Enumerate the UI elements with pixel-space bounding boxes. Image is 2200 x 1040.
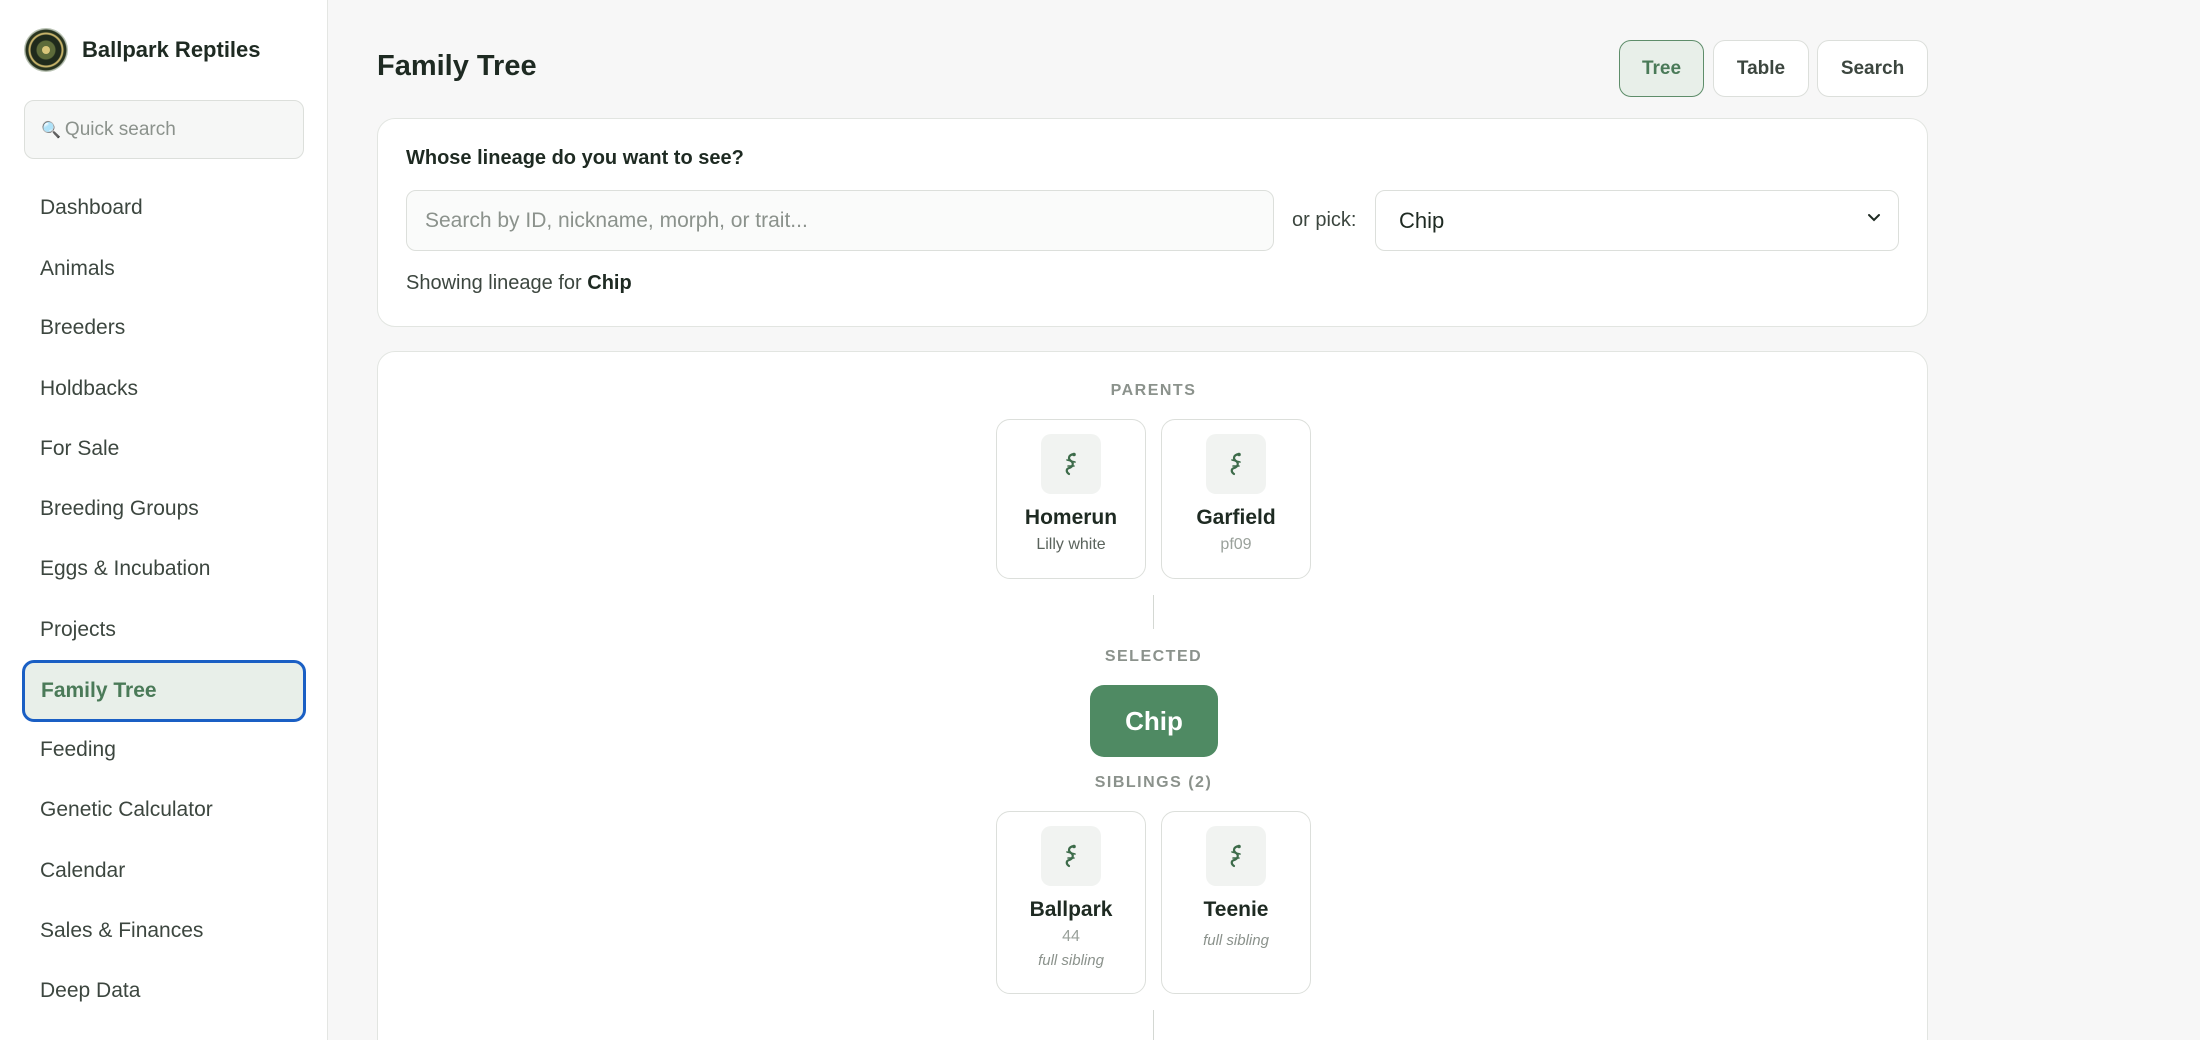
animal-id: pf09 [1220,536,1252,553]
sidebar-item-holdbacks[interactable]: Holdbacks [22,359,306,419]
page-title: Family Tree [377,50,537,82]
relation-label: full sibling [1038,952,1104,969]
tab-tree[interactable]: Tree [1619,40,1704,97]
gecko-icon [1041,826,1101,886]
family-tree-card: PARENTS Homerun Lilly white Garfield pf0… [377,351,1928,1040]
tab-search[interactable]: Search [1817,40,1928,97]
parents-label: PARENTS [1110,382,1197,399]
animal-select[interactable]: Chip [1375,190,1899,251]
sidebar-item-calendar[interactable]: Calendar [22,841,306,901]
sidebar-item-genetic-calculator[interactable]: Genetic Calculator [22,780,306,840]
sidebar-item-projects[interactable]: Projects [22,600,306,660]
showing-name: Chip [587,272,632,294]
brand-name: Ballpark Reptiles [82,37,261,62]
lineage-search-input[interactable] [425,208,1265,233]
animal-morph: Lilly white [1036,536,1106,553]
sidebar: Ballpark Reptiles 🔍 Dashboard Animals Br… [0,0,328,1040]
siblings-label: SIBLINGS (2) [1094,774,1213,791]
brand-logo-icon [24,28,68,72]
animal-name: Ballpark [1029,898,1113,921]
sibling-card-teenie[interactable]: Teenie full sibling [1161,811,1311,994]
gecko-icon [1206,826,1266,886]
selected-animal[interactable]: Chip [1090,685,1218,757]
sidebar-item-deep-data[interactable]: Deep Data [22,961,306,1021]
showing-lineage-text: Showing lineage for Chip [406,272,632,295]
chevron-down-icon [1868,214,1880,222]
animal-select-value: Chip [1399,207,1445,233]
showing-prefix: Showing lineage for [406,272,582,294]
or-pick-label: or pick: [1292,209,1357,231]
sidebar-item-breeders[interactable]: Breeders [22,298,306,358]
parent-card-garfield[interactable]: Garfield pf09 [1161,419,1311,579]
lineage-picker-card: Whose lineage do you want to see? or pic… [377,118,1928,327]
sidebar-item-feeding[interactable]: Feeding [22,720,306,780]
sidebar-item-for-sale[interactable]: For Sale [22,419,306,479]
animal-name: Teenie [1203,898,1269,921]
sidebar-item-family-tree[interactable]: Family Tree [22,660,306,722]
animal-name: Homerun [1024,506,1118,529]
sidebar-item-eggs-incubation[interactable]: Eggs & Incubation [22,539,306,599]
tree-connector [1153,595,1154,629]
quick-search[interactable]: 🔍 [24,100,304,159]
tree-connector [1153,1010,1154,1040]
search-icon: 🔍 [41,121,61,139]
sidebar-item-breeding-groups[interactable]: Breeding Groups [22,479,306,539]
selected-label: SELECTED [1104,648,1203,665]
animal-name: Garfield [1196,506,1276,529]
sibling-card-ballpark[interactable]: Ballpark 44 full sibling [996,811,1146,994]
brand[interactable]: Ballpark Reptiles [24,28,261,72]
quick-search-input[interactable] [64,118,295,141]
parent-card-homerun[interactable]: Homerun Lilly white [996,419,1146,579]
relation-label: full sibling [1203,932,1269,949]
tab-table[interactable]: Table [1713,40,1809,97]
lineage-question: Whose lineage do you want to see? [406,147,744,169]
gecko-icon [1206,434,1266,494]
gecko-icon [1041,434,1101,494]
animal-id: 44 [1062,928,1080,945]
sidebar-item-sales-finances[interactable]: Sales & Finances [22,901,306,961]
lineage-search-field[interactable] [406,190,1274,251]
sidebar-item-dashboard[interactable]: Dashboard [22,178,306,238]
sidebar-item-animals[interactable]: Animals [22,239,306,299]
